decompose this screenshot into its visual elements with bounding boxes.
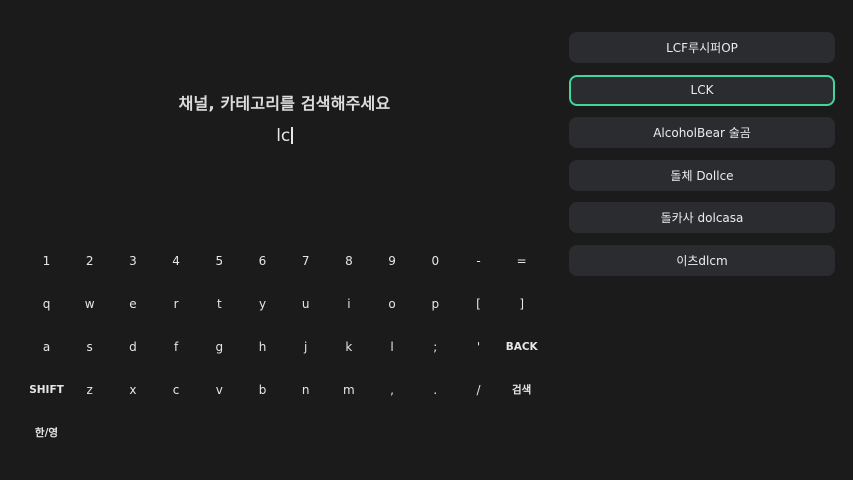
- key-button[interactable]: g: [198, 332, 241, 362]
- key-button[interactable]: q: [25, 289, 68, 319]
- key-button[interactable]: -: [457, 246, 500, 276]
- key-button[interactable]: ]: [500, 289, 543, 319]
- key-button[interactable]: 6: [241, 246, 284, 276]
- key-button[interactable]: 9: [371, 246, 414, 276]
- key-button[interactable]: BACK: [500, 332, 543, 362]
- key-button[interactable]: 7: [284, 246, 327, 276]
- search-title: 채널, 카테고리를 검색해주세요: [178, 94, 391, 113]
- key-button[interactable]: z: [68, 375, 111, 405]
- key-button[interactable]: t: [198, 289, 241, 319]
- key-button[interactable]: i: [327, 289, 370, 319]
- key-button[interactable]: r: [155, 289, 198, 319]
- key-button[interactable]: ': [457, 332, 500, 362]
- key-button[interactable]: 1: [25, 246, 68, 276]
- key-button[interactable]: y: [241, 289, 284, 319]
- key-button[interactable]: .: [414, 375, 457, 405]
- key-button[interactable]: 2: [68, 246, 111, 276]
- key-button[interactable]: 4: [155, 246, 198, 276]
- key-button[interactable]: l: [371, 332, 414, 362]
- key-button[interactable]: ;: [414, 332, 457, 362]
- key-button[interactable]: u: [284, 289, 327, 319]
- key-button[interactable]: s: [68, 332, 111, 362]
- key-button[interactable]: k: [327, 332, 370, 362]
- key-button[interactable]: o: [371, 289, 414, 319]
- key-button[interactable]: v: [198, 375, 241, 405]
- result-item[interactable]: 돌카사 dolcasa: [569, 202, 835, 233]
- result-item-selected[interactable]: LCK: [569, 74, 835, 106]
- key-button[interactable]: j: [284, 332, 327, 362]
- key-button[interactable]: x: [111, 375, 154, 405]
- key-button[interactable]: 0: [414, 246, 457, 276]
- key-button[interactable]: [: [457, 289, 500, 319]
- key-button[interactable]: 한/영: [25, 418, 68, 448]
- key-button[interactable]: ,: [371, 375, 414, 405]
- key-button[interactable]: a: [25, 332, 68, 362]
- key-button[interactable]: 5: [198, 246, 241, 276]
- key-button[interactable]: 8: [327, 246, 370, 276]
- key-button[interactable]: m: [327, 375, 370, 405]
- key-button[interactable]: 3: [111, 246, 154, 276]
- result-item[interactable]: 돌체 Dollce: [569, 159, 835, 191]
- key-button[interactable]: p: [414, 289, 457, 319]
- key-button[interactable]: e: [111, 289, 154, 319]
- key-button[interactable]: n: [284, 375, 327, 405]
- text-caret: [291, 127, 293, 144]
- key-button[interactable]: /: [457, 375, 500, 405]
- key-button[interactable]: =: [500, 246, 543, 276]
- key-button[interactable]: d: [111, 332, 154, 362]
- search-query-text: lc: [276, 126, 291, 146]
- key-button[interactable]: h: [241, 332, 284, 362]
- key-button[interactable]: 검색: [500, 375, 543, 405]
- key-button[interactable]: SHIFT: [25, 375, 68, 405]
- key-button[interactable]: c: [155, 375, 198, 405]
- key-button[interactable]: b: [241, 375, 284, 405]
- key-button[interactable]: f: [155, 332, 198, 362]
- result-item[interactable]: 이츠dlcm: [569, 244, 835, 276]
- key-button[interactable]: w: [68, 289, 111, 319]
- search-results-list: LCF루시퍼OP LCK AlcoholBear 술곰 돌체 Dollce 돌카…: [569, 32, 835, 287]
- result-item[interactable]: LCF루시퍼OP: [569, 32, 835, 63]
- result-item[interactable]: AlcoholBear 술곰: [569, 117, 835, 148]
- search-input[interactable]: lc: [0, 126, 569, 146]
